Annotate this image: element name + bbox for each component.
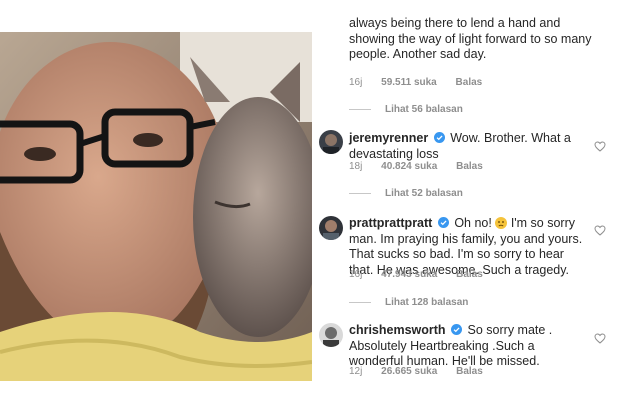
comment-username[interactable]: prattprattpratt [349, 216, 432, 230]
post-photo [0, 32, 312, 381]
comment-likes[interactable]: 47.943 suka [381, 269, 437, 280]
reply-button[interactable]: Balas [456, 77, 483, 88]
view-replies-button[interactable]: Lihat 128 balasan [349, 297, 468, 308]
avatar[interactable] [319, 323, 343, 347]
comment-username[interactable]: chrishemsworth [349, 323, 446, 337]
comment-time: 18j [349, 161, 363, 172]
verified-badge-icon [451, 324, 463, 335]
sad-face-emoji [495, 217, 508, 229]
comment-time: 16j [349, 269, 363, 280]
comment-text: Oh no! [454, 216, 492, 230]
view-replies-button[interactable]: Lihat 56 balasan [349, 104, 463, 115]
comment-meta: 16j 59.511 suka Balas [349, 77, 498, 88]
comment-time: 16j [349, 77, 363, 88]
comment-time: 12j [349, 366, 363, 377]
comment-meta: 12j 26.665 suka Balas [349, 366, 499, 377]
avatar[interactable] [319, 130, 343, 154]
comments-panel: always being there to lend a hand and sh… [312, 0, 620, 381]
comment-body: chrishemsworth So sorry mate . Absolutel… [349, 323, 584, 370]
comment-likes[interactable]: 26.665 suka [381, 366, 437, 377]
avatar[interactable] [319, 216, 343, 240]
comment-text: always being there to lend a hand and sh… [349, 16, 592, 61]
comment-meta: 16j 47.943 suka Balas [349, 269, 499, 280]
heart-outline-icon[interactable] [594, 225, 606, 236]
comment-body: jeremyrenner Wow. Brother. What a devast… [349, 131, 584, 162]
view-replies-button[interactable]: Lihat 52 balasan [349, 188, 463, 199]
reply-button[interactable]: Balas [456, 366, 483, 377]
heart-outline-icon[interactable] [594, 333, 606, 344]
verified-badge-icon [437, 217, 449, 228]
reply-button[interactable]: Balas [456, 161, 483, 172]
verified-badge-icon [433, 132, 445, 143]
heart-outline-icon[interactable] [594, 141, 606, 152]
comment-username[interactable]: jeremyrenner [349, 131, 428, 145]
comment-likes[interactable]: 40.824 suka [381, 161, 437, 172]
reply-button[interactable]: Balas [456, 269, 483, 280]
comment-meta: 18j 40.824 suka Balas [349, 161, 499, 172]
comment-likes[interactable]: 59.511 suka [381, 77, 437, 88]
